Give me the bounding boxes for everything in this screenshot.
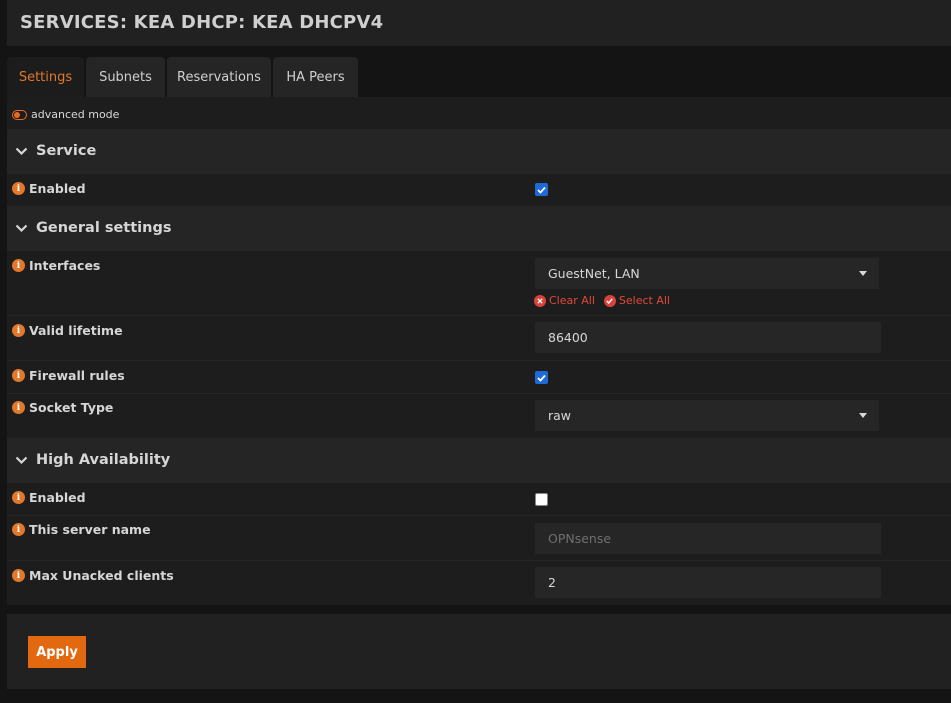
socket-type-select[interactable]: raw xyxy=(535,400,879,431)
section-service[interactable]: Service xyxy=(7,129,951,173)
apply-button[interactable]: Apply xyxy=(28,636,86,668)
info-icon[interactable]: i xyxy=(12,491,25,504)
toggle-icon xyxy=(12,109,27,120)
advanced-mode-label: advanced mode xyxy=(31,108,120,121)
tab-reservations[interactable]: Reservations xyxy=(167,57,271,97)
row-service-enabled: i Enabled xyxy=(7,173,951,206)
section-general-settings[interactable]: General settings xyxy=(7,206,951,250)
select-all-link[interactable]: Select All xyxy=(603,294,670,307)
row-server-name: i This server name OPNsense xyxy=(7,515,951,561)
field-label: i This server name xyxy=(12,522,151,537)
info-icon[interactable]: i xyxy=(12,401,25,414)
info-icon[interactable]: i xyxy=(12,324,25,337)
clear-all-link[interactable]: Clear All xyxy=(534,294,595,307)
interfaces-actions: Clear All Select All xyxy=(534,294,679,307)
field-label: i Socket Type xyxy=(12,400,113,415)
page-header: SERVICES: KEA DHCP: KEA DHCPV4 xyxy=(7,0,951,46)
tab-settings[interactable]: Settings xyxy=(7,57,84,97)
field-label: i Max Unacked clients xyxy=(12,568,174,583)
field-label: i Enabled xyxy=(12,490,86,505)
chevron-down-icon xyxy=(13,143,29,159)
info-icon[interactable]: i xyxy=(12,259,25,272)
tab-subnets[interactable]: Subnets xyxy=(86,57,165,97)
firewall-rules-checkbox[interactable] xyxy=(535,371,548,384)
info-icon[interactable]: i xyxy=(12,523,25,536)
info-icon[interactable]: i xyxy=(12,369,25,382)
server-name-input[interactable]: OPNsense xyxy=(535,523,881,554)
close-circle-icon xyxy=(534,294,546,307)
info-icon[interactable]: i xyxy=(12,569,25,582)
page-title: SERVICES: KEA DHCP: KEA DHCPV4 xyxy=(20,12,384,33)
section-title: High Availability xyxy=(36,452,171,468)
row-socket-type: i Socket Type raw xyxy=(7,393,951,438)
settings-panel: advanced mode Service i Enabled General … xyxy=(7,97,951,605)
section-title: General settings xyxy=(36,220,172,236)
max-unacked-input[interactable]: 2 xyxy=(535,567,881,598)
caret-down-icon xyxy=(859,271,867,276)
caret-down-icon xyxy=(859,413,867,418)
service-enabled-checkbox[interactable] xyxy=(535,183,548,196)
row-interfaces: i Interfaces GuestNet, LAN Clear All Sel… xyxy=(7,250,951,316)
field-label: i Enabled xyxy=(12,181,86,196)
row-firewall-rules: i Firewall rules xyxy=(7,360,951,394)
advanced-mode-toggle[interactable]: advanced mode xyxy=(12,108,119,121)
footer: Apply xyxy=(7,614,951,689)
interfaces-select[interactable]: GuestNet, LAN xyxy=(535,258,879,289)
valid-lifetime-input[interactable]: 86400 xyxy=(535,322,881,353)
field-label: i Valid lifetime xyxy=(12,323,123,338)
section-high-availability[interactable]: High Availability xyxy=(7,438,951,482)
row-ha-enabled: i Enabled xyxy=(7,482,951,516)
field-label: i Interfaces xyxy=(12,258,100,273)
row-valid-lifetime: i Valid lifetime 86400 xyxy=(7,315,951,361)
section-title: Service xyxy=(36,143,97,159)
ha-enabled-checkbox[interactable] xyxy=(535,493,548,506)
tab-bar: Settings Subnets Reservations HA Peers xyxy=(7,57,360,97)
info-icon[interactable]: i xyxy=(12,182,25,195)
chevron-down-icon xyxy=(13,452,29,468)
row-max-unacked: i Max Unacked clients 2 xyxy=(7,560,951,606)
chevron-down-icon xyxy=(13,220,29,236)
tab-ha-peers[interactable]: HA Peers xyxy=(273,57,358,97)
check-circle-icon xyxy=(603,294,616,307)
field-label: i Firewall rules xyxy=(12,368,125,383)
